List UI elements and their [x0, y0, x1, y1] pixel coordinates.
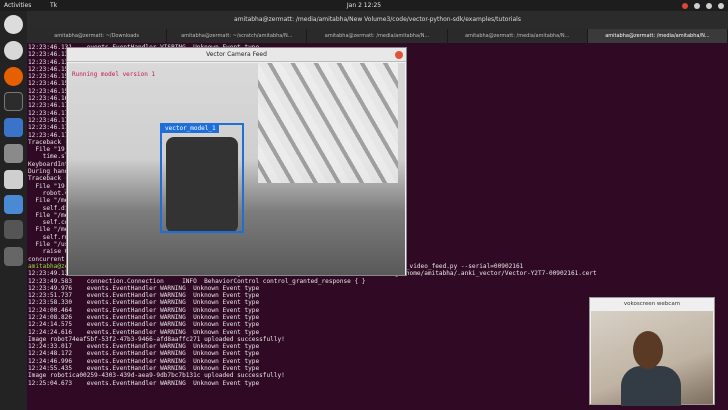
search-icon[interactable]: [4, 170, 23, 189]
terminal-line: 12:23:49.976 events.EventHandler WARNING…: [28, 284, 260, 292]
top-bar: Activities Tk Jan 2 12:25: [0, 0, 728, 11]
network-icon[interactable]: [694, 2, 700, 9]
chrome-icon[interactable]: [4, 15, 23, 34]
terminal-icon[interactable]: [4, 92, 23, 111]
files-icon[interactable]: [4, 144, 23, 163]
camera-window-title: Vector Camera Feed: [67, 48, 406, 62]
person-body: [621, 366, 681, 406]
power-icon[interactable]: [718, 2, 724, 9]
app-icon[interactable]: [4, 220, 23, 239]
tab-scratch[interactable]: amitabha@zermatt: ~/scratch/amitabha/N..…: [167, 29, 308, 43]
firefox-icon[interactable]: [4, 67, 23, 86]
monitor-icon[interactable]: [4, 195, 23, 214]
dock: [0, 11, 27, 410]
tab-downloads[interactable]: amitabha@zermatt: ~/Downloads: [27, 29, 168, 43]
curtain: [258, 63, 398, 183]
settings-icon[interactable]: [4, 41, 23, 60]
tab-media-3[interactable]: amitabha@zermatt: /media/amitabha/N...: [587, 29, 728, 43]
volume-icon[interactable]: [706, 2, 712, 9]
detection-box: vector_model_1: [160, 123, 244, 233]
tab-media-1[interactable]: amitabha@zermatt: /media/amitabha/N...: [307, 29, 448, 43]
camera-window[interactable]: Vector Camera Feed vector_model_1 Runnin…: [66, 47, 407, 276]
camera-feed: vector_model_1 Running model version 1: [68, 63, 405, 275]
detection-label: vector_model_1: [162, 124, 219, 133]
person-face: [633, 331, 663, 369]
terminal-line: 12:23:49.583 connection.Connection INFO …: [28, 277, 366, 285]
update-icon[interactable]: [682, 2, 688, 9]
webcam-feed: [591, 311, 713, 406]
model-status: Running model version 1: [72, 71, 156, 78]
system-tray[interactable]: [682, 0, 724, 11]
webcam-window[interactable]: vokoscreen webcam: [589, 297, 715, 406]
tab-media-2[interactable]: amitabha@zermatt: /media/amitabha/N...: [448, 29, 588, 43]
webcam-title: vokoscreen webcam: [623, 301, 681, 307]
terminal-title: amitabha@zermatt: /media/amitabha/New Vo…: [27, 11, 728, 29]
clock[interactable]: Jan 2 12:25: [0, 0, 728, 11]
close-icon[interactable]: [395, 51, 403, 59]
text-editor-icon[interactable]: [4, 118, 23, 137]
disk-icon[interactable]: [4, 247, 23, 266]
terminal-tabs: amitabha@zermatt: ~/Downloads amitabha@z…: [27, 29, 728, 43]
